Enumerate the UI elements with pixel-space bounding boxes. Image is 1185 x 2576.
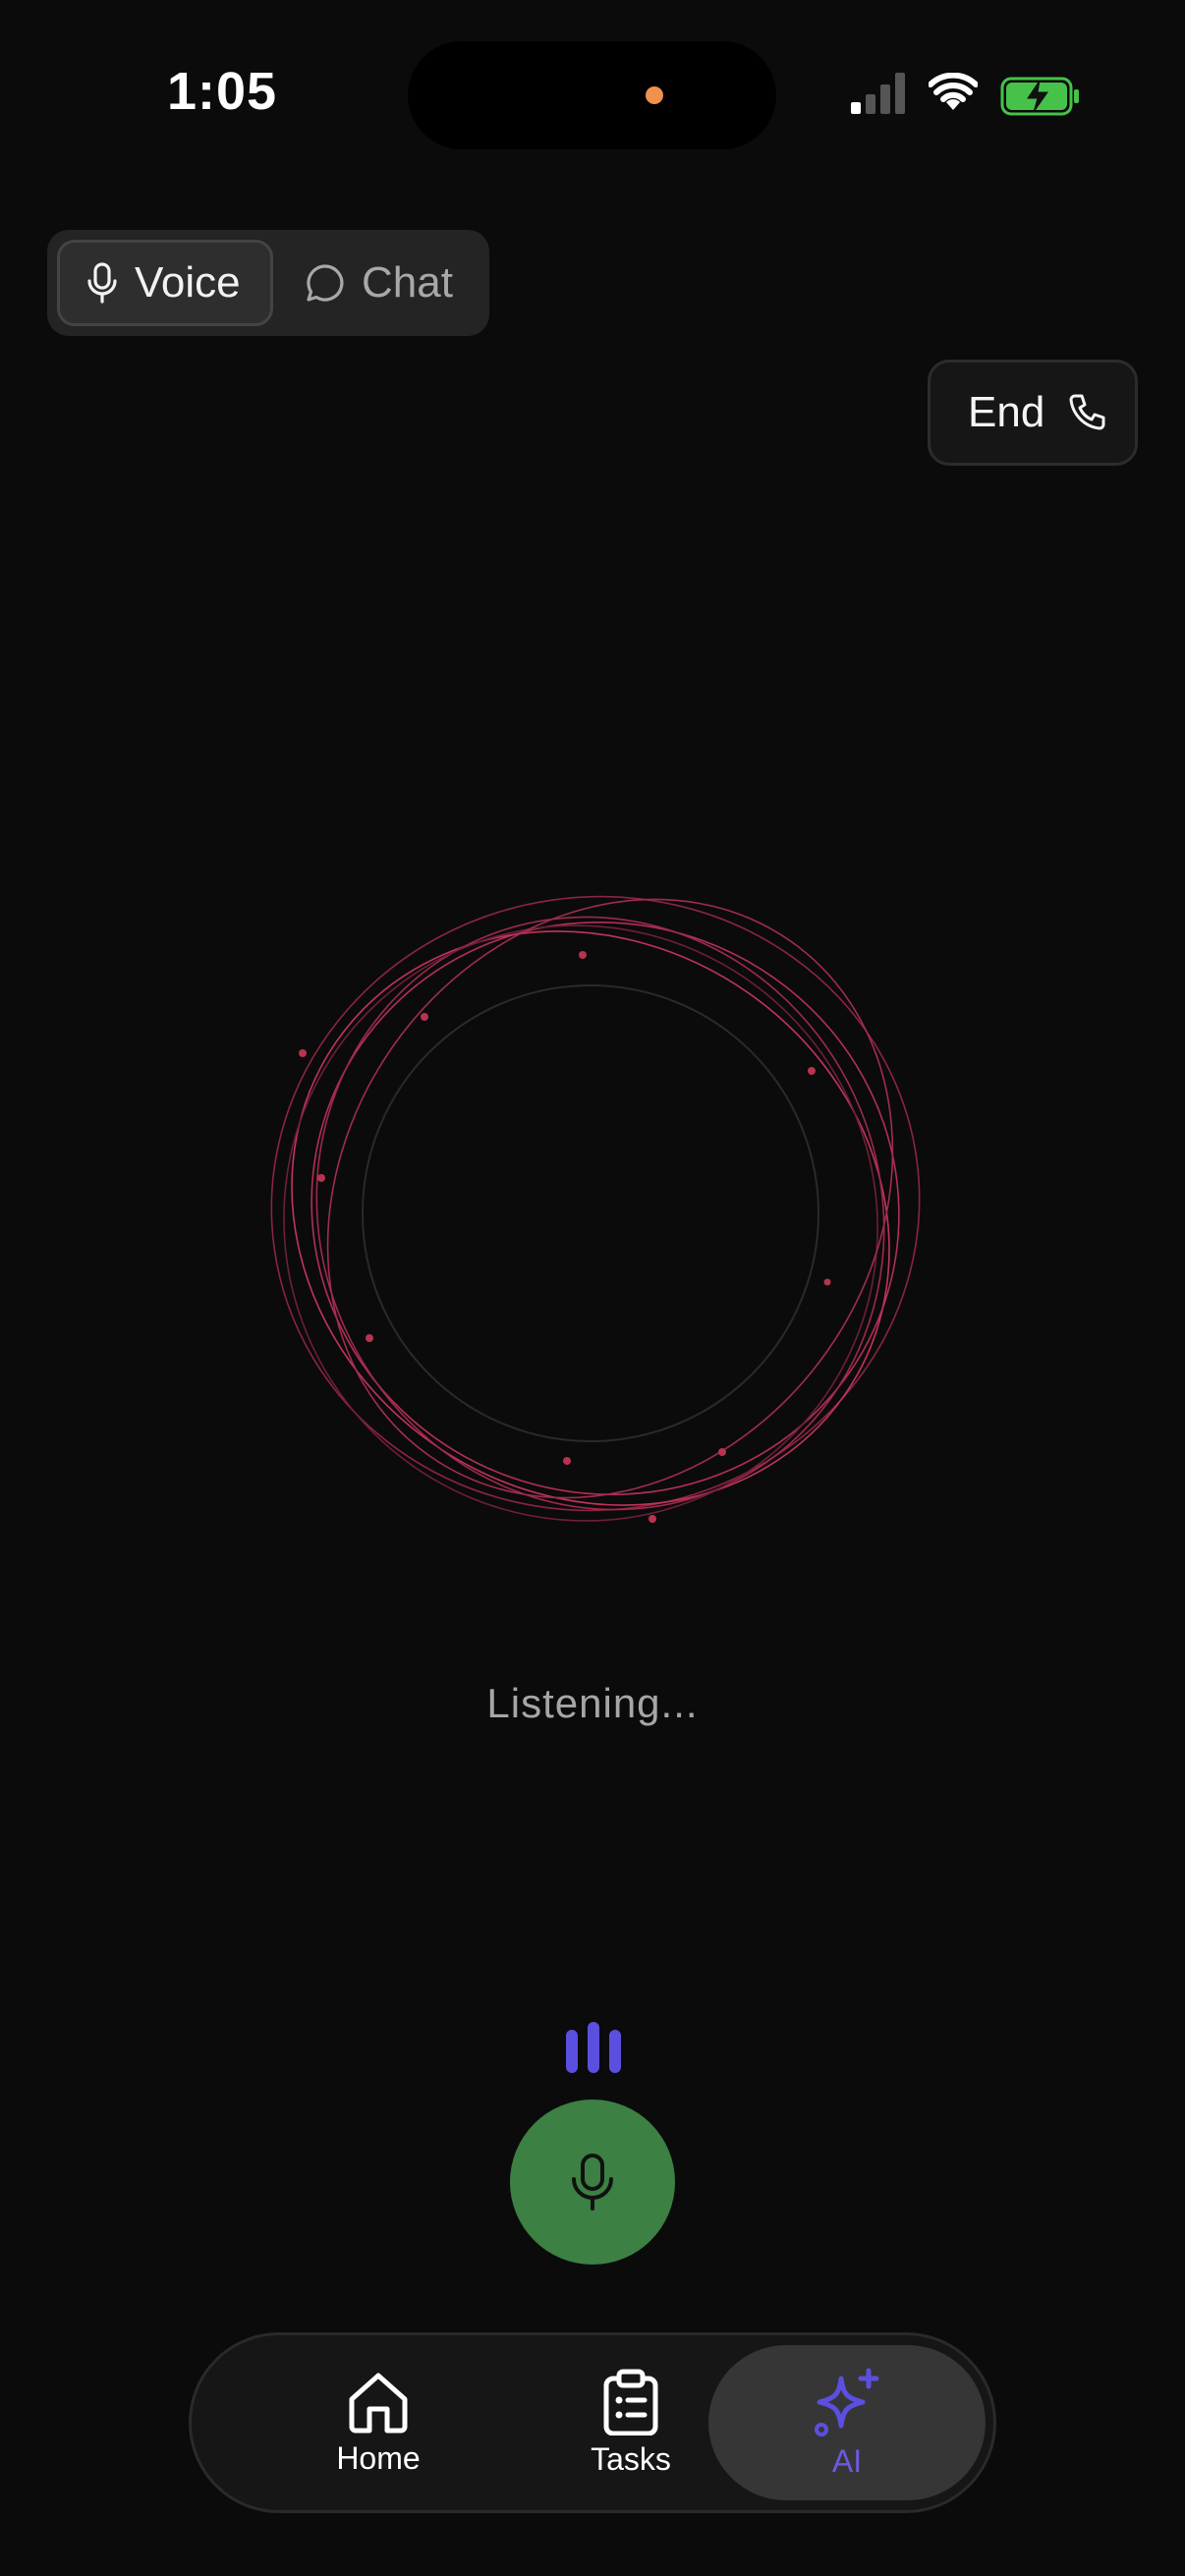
microphone-icon xyxy=(87,262,117,304)
nav-label-home: Home xyxy=(336,2439,421,2476)
clipboard-icon xyxy=(603,2369,658,2436)
audio-level-icon xyxy=(566,2022,621,2073)
battery-charging-icon xyxy=(1000,77,1079,116)
end-call-button[interactable]: End xyxy=(928,360,1138,466)
end-call-label: End xyxy=(968,388,1045,436)
privacy-indicator-dot xyxy=(646,86,663,104)
chat-mode-label: Chat xyxy=(362,258,453,307)
microphone-button[interactable] xyxy=(510,2100,675,2265)
chat-bubble-icon xyxy=(307,264,344,302)
cellular-signal-icon xyxy=(851,73,905,114)
phone-icon xyxy=(1069,394,1105,430)
listening-status-text: Listening... xyxy=(486,1680,699,1726)
sparkle-icon xyxy=(815,2368,879,2436)
voice-orb-visualizer xyxy=(270,895,921,1523)
nav-item-ai[interactable]: AI xyxy=(708,2345,986,2500)
status-time: 1:05 xyxy=(167,62,278,121)
bottom-nav: Home Tasks AI xyxy=(189,2332,996,2513)
voice-mode-label: Voice xyxy=(135,258,241,307)
wifi-icon xyxy=(929,73,978,110)
nav-label-ai: AI xyxy=(831,2442,863,2479)
nav-item-home[interactable]: Home xyxy=(241,2335,516,2510)
microphone-icon xyxy=(572,2154,613,2211)
voice-mode-button[interactable]: Voice xyxy=(57,240,273,326)
home-icon xyxy=(349,2373,408,2433)
mode-toggle: Voice Chat xyxy=(47,230,489,336)
dynamic-island xyxy=(408,41,776,149)
nav-label-tasks: Tasks xyxy=(591,2440,671,2477)
chat-mode-button[interactable]: Chat xyxy=(279,240,480,326)
